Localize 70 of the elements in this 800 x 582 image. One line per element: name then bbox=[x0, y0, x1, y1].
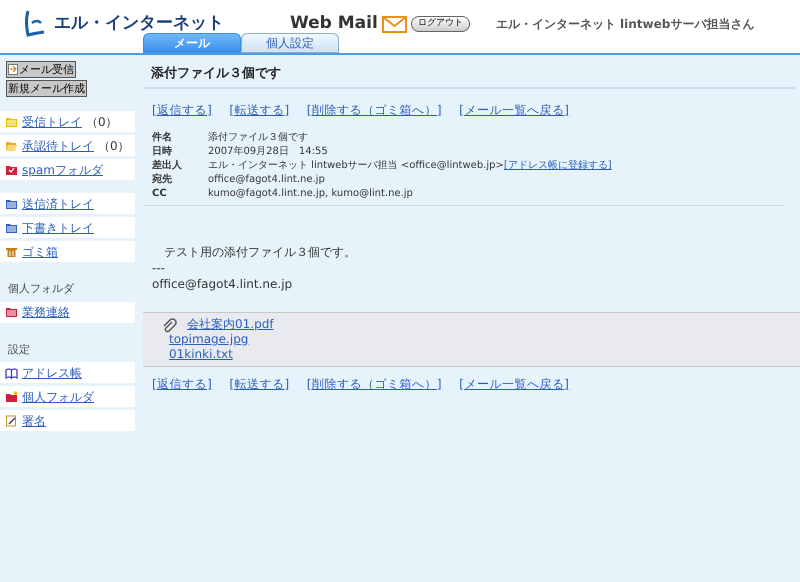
action-link[interactable]: [返信する] bbox=[152, 101, 212, 119]
new-folder-icon bbox=[5, 390, 18, 402]
tab[interactable]: 個人設定 bbox=[241, 33, 339, 53]
attachment-link[interactable]: 会社案内01.pdf bbox=[187, 317, 274, 332]
folder-link[interactable]: 承認待トレイ bbox=[22, 136, 94, 154]
action-link[interactable]: [転送する] bbox=[229, 101, 290, 119]
field-label: 日時 bbox=[152, 145, 173, 159]
folder-icon bbox=[5, 222, 18, 234]
body-line: office@fagot4.lint.ne.jp bbox=[152, 276, 294, 292]
action-link[interactable]: [メール一覧へ戻る] bbox=[459, 101, 570, 119]
folder-check-icon bbox=[5, 164, 18, 176]
folder-link[interactable]: 個人フォルダ bbox=[22, 388, 94, 406]
app-title: Web Mail bbox=[290, 12, 378, 36]
folder-item[interactable]: 個人フォルダ bbox=[0, 386, 135, 407]
sidebar-button[interactable]: 新規メール作成 bbox=[6, 80, 87, 97]
folder-link[interactable]: 業務連絡 bbox=[22, 303, 70, 321]
field-label: 差出人 bbox=[152, 159, 183, 173]
add-contact-link[interactable]: [アドレス帳に登録する] bbox=[504, 159, 612, 173]
folder-link[interactable]: 受信トレイ bbox=[22, 112, 82, 130]
field-value: 2007年09月28日 14:55 bbox=[208, 145, 328, 159]
field-label: 件名 bbox=[152, 131, 173, 145]
folder-item[interactable]: 受信トレイ （0） bbox=[0, 111, 135, 132]
folder-item[interactable]: 承認待トレイ （0） bbox=[0, 135, 135, 156]
user-name: エル・インターネット lintwebサーバ担当さん bbox=[496, 16, 754, 33]
folder-icon bbox=[5, 198, 18, 210]
action-link[interactable]: [転送する] bbox=[229, 375, 290, 393]
folder-link[interactable]: spamフォルダ bbox=[22, 160, 103, 178]
folder-count: （0） bbox=[86, 114, 118, 130]
attachment-link[interactable]: 01kinki.txt bbox=[169, 347, 274, 362]
folder-link[interactable]: 送信済トレイ bbox=[22, 194, 94, 212]
folder-link[interactable]: アドレス帳 bbox=[22, 364, 82, 382]
folder-count: （0） bbox=[98, 138, 130, 154]
folder-link[interactable]: ゴミ箱 bbox=[22, 242, 58, 260]
folder-item[interactable]: spamフォルダ bbox=[0, 159, 135, 180]
folder-icon bbox=[5, 116, 18, 128]
folder-link[interactable]: 署名 bbox=[22, 412, 46, 430]
body-line: --- bbox=[152, 260, 166, 276]
folder-item[interactable]: 送信済トレイ bbox=[0, 193, 135, 214]
message-title: 添付ファイル３個です bbox=[151, 65, 281, 84]
logo-text: エル・インターネット bbox=[54, 12, 224, 36]
folder-item[interactable]: ゴミ箱 bbox=[0, 241, 135, 262]
field-label: 宛先 bbox=[152, 173, 173, 187]
book-icon bbox=[5, 366, 18, 378]
trash-icon bbox=[5, 246, 18, 258]
attachment-link[interactable]: topimage.jpg bbox=[169, 332, 274, 347]
action-link[interactable]: [削除する（ゴミ箱へ）] bbox=[306, 101, 442, 119]
section-heading: 個人フォルダ bbox=[7, 281, 76, 297]
field-value: office@fagot4.lint.ne.jp bbox=[208, 173, 325, 187]
folder-item[interactable]: 業務連絡 bbox=[0, 302, 135, 322]
folder-item[interactable]: 署名 bbox=[0, 410, 135, 431]
folder-item[interactable]: アドレス帳 bbox=[0, 362, 135, 383]
folder-link[interactable]: 下書きトレイ bbox=[22, 218, 94, 236]
action-link[interactable]: [削除する（ゴミ箱へ）] bbox=[306, 375, 442, 393]
action-link[interactable]: [返信する] bbox=[152, 375, 212, 393]
field-value: エル・インターネット lintwebサーバ担当 <office@lintweb.jp> bbox=[208, 159, 504, 173]
sidebar-button[interactable]: メール受信 bbox=[6, 61, 76, 78]
section-heading: 設定 bbox=[7, 342, 31, 358]
folder-item[interactable]: 下書きトレイ bbox=[0, 217, 135, 238]
field-value: 添付ファイル３個です bbox=[208, 131, 308, 145]
logo-icon bbox=[22, 9, 46, 39]
note-icon bbox=[5, 414, 18, 426]
field-value: kumo@fagot4.lint.ne.jp, kumo@lint.ne.jp bbox=[208, 187, 413, 201]
body-line: テスト用の添付ファイル３個です。 bbox=[163, 244, 357, 260]
logout-button[interactable]: ログアウト bbox=[410, 16, 470, 32]
action-link[interactable]: [メール一覧へ戻る] bbox=[459, 375, 570, 393]
field-label: CC bbox=[152, 187, 168, 201]
open-folder-icon bbox=[5, 140, 18, 152]
envelope-icon bbox=[382, 16, 407, 32]
paperclip-icon bbox=[161, 318, 177, 334]
folder-icon bbox=[5, 306, 18, 318]
